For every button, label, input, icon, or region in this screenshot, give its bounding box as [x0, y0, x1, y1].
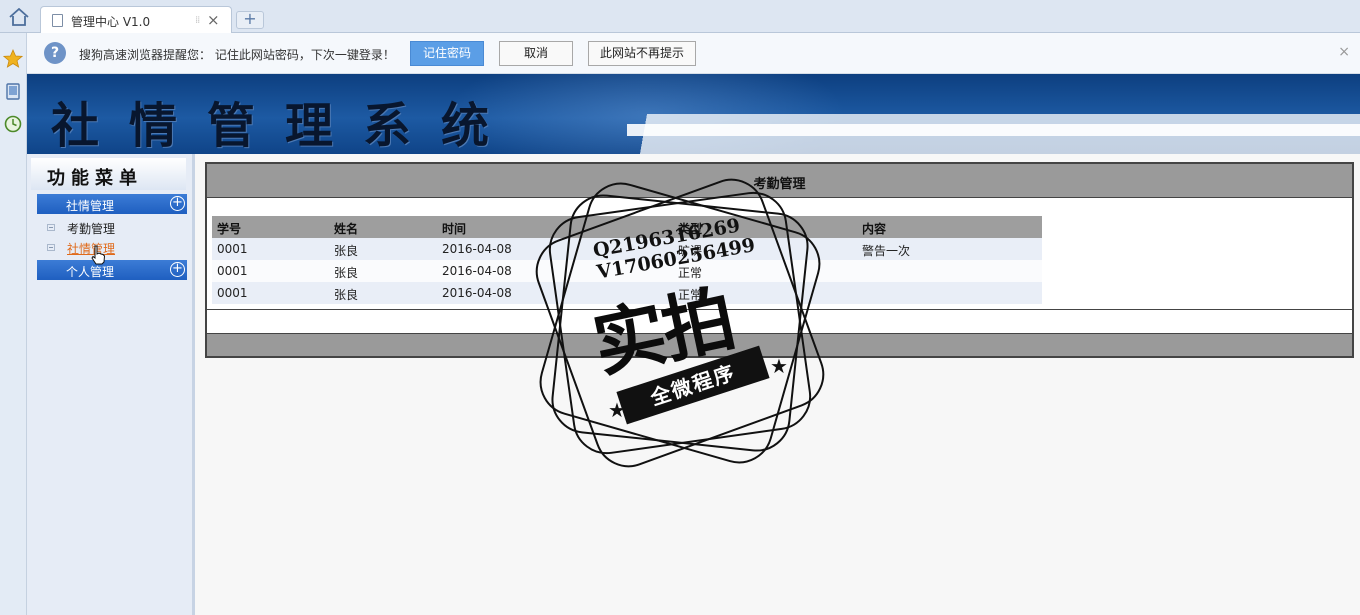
never-prompt-button[interactable]: 此网站不再提示 — [588, 41, 696, 66]
remember-password-button[interactable]: 记住密码 — [410, 41, 484, 66]
system-title: 社情管理系统 — [51, 98, 520, 154]
expand-plus-icon[interactable]: + — [170, 262, 185, 277]
close-notification-icon[interactable]: × — [1338, 44, 1350, 60]
side-toolbar — [0, 33, 27, 615]
tree-node-icon — [47, 244, 55, 251]
menu-item-label[interactable]: 考勤管理 — [67, 220, 115, 237]
system-banner: 社情管理系统 — [27, 74, 1360, 154]
page-icon — [52, 14, 63, 27]
menu-group-label: 个人管理 — [66, 265, 115, 279]
home-icon[interactable] — [8, 8, 30, 26]
reader-icon[interactable] — [3, 82, 23, 102]
menu-heading: 功能菜单 — [31, 158, 186, 190]
column-header: 内容 — [862, 222, 887, 236]
expand-plus-icon[interactable]: + — [170, 196, 185, 211]
column-header: 姓名 — [334, 222, 359, 236]
star-icon: ★ — [770, 354, 788, 378]
cell-date: 2016-04-08 — [442, 242, 512, 256]
close-tab-icon[interactable]: × — [207, 11, 220, 29]
menu-group-social[interactable]: 社情管理 + — [37, 194, 187, 214]
cell-name: 张良 — [334, 288, 359, 302]
menu-group-label: 社情管理 — [66, 199, 115, 213]
cell-student-id: 0001 — [217, 242, 248, 256]
tab-title: 管理中心 V1.0 — [71, 15, 151, 29]
password-notification-bar: ? 搜狗高速浏览器提醒您： 记住此网站密码，下次一键登录！ 记住密码 取消 此网… — [27, 33, 1360, 74]
browser-tab-bar: 管理中心 V1.0 ⁞⁞ × + — [0, 0, 1360, 34]
watermark-stamp: Q2196316269 V17060256499 实拍 全微程序 ★ ★ — [526, 169, 834, 477]
cell-student-id: 0001 — [217, 286, 248, 300]
info-question-icon: ? — [44, 42, 66, 64]
cell-date: 2016-04-08 — [442, 264, 512, 278]
loading-icon: ⁞⁞ — [195, 15, 200, 26]
history-clock-icon[interactable] — [3, 114, 23, 134]
column-header: 时间 — [442, 222, 467, 236]
cell-name: 张良 — [334, 244, 359, 258]
cancel-button[interactable]: 取消 — [499, 41, 573, 66]
menu-heading-text: 功能菜单 — [47, 168, 143, 189]
cell-date: 2016-04-08 — [442, 286, 512, 300]
column-header: 学号 — [217, 222, 242, 236]
favorites-star-icon[interactable] — [3, 49, 23, 69]
cell-content: 警告一次 — [862, 244, 911, 258]
star-icon: ★ — [608, 398, 626, 422]
tree-node-icon — [47, 224, 55, 231]
function-menu: 功能菜单 社情管理 + 考勤管理 社情管理 个人管理 + — [27, 154, 195, 615]
menu-group-personal[interactable]: 个人管理 + — [37, 260, 187, 280]
hand-cursor-icon — [91, 245, 106, 265]
browser-tab[interactable]: 管理中心 V1.0 ⁞⁞ × — [40, 6, 232, 34]
banner-stripe-highlight — [627, 124, 1360, 136]
new-tab-button[interactable]: + — [236, 11, 264, 29]
cell-name: 张良 — [334, 266, 359, 280]
cell-student-id: 0001 — [217, 264, 248, 278]
notification-message: 搜狗高速浏览器提醒您： 记住此网站密码，下次一键登录！ — [79, 48, 395, 62]
